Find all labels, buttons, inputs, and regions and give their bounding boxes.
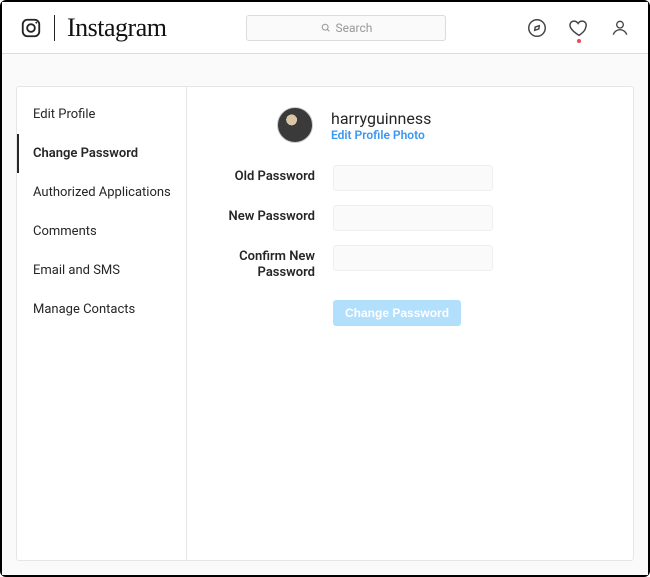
settings-content: harryguinness Edit Profile Photo Old Pas… (187, 87, 633, 560)
old-password-label: Old Password (213, 165, 333, 185)
top-icons (526, 17, 630, 39)
avatar[interactable] (277, 107, 313, 143)
confirm-password-label: Confirm New Password (213, 245, 333, 282)
sidebar-item-comments[interactable]: Comments (17, 212, 186, 251)
sidebar-item-label: Edit Profile (33, 107, 95, 122)
top-navbar: Instagram Search (2, 2, 648, 54)
logo-divider (54, 15, 55, 41)
profile-header: harryguinness Edit Profile Photo (277, 107, 607, 143)
confirm-password-row: Confirm New Password (213, 245, 607, 282)
search-icon (321, 23, 331, 33)
sidebar-item-authorized-applications[interactable]: Authorized Applications (17, 173, 186, 212)
search-input[interactable]: Search (246, 15, 446, 41)
new-password-row: New Password (213, 205, 607, 231)
submit-row: Change Password (333, 300, 607, 326)
profile-icon[interactable] (610, 18, 630, 38)
logo-group: Instagram (20, 13, 166, 43)
new-password-input[interactable] (333, 205, 493, 231)
sidebar-item-email-sms[interactable]: Email and SMS (17, 251, 186, 290)
sidebar-item-edit-profile[interactable]: Edit Profile (17, 95, 186, 134)
search-placeholder: Search (336, 21, 373, 35)
edit-profile-photo-link[interactable]: Edit Profile Photo (331, 128, 431, 142)
new-password-label: New Password (213, 205, 333, 225)
instagram-wordmark[interactable]: Instagram (67, 13, 166, 43)
profile-text: harryguinness Edit Profile Photo (331, 109, 431, 142)
page-area: Edit Profile Change Password Authorized … (2, 54, 648, 575)
sidebar-item-label: Change Password (33, 146, 138, 161)
old-password-input[interactable] (333, 165, 493, 191)
sidebar-item-label: Authorized Applications (33, 185, 171, 200)
settings-sidebar: Edit Profile Change Password Authorized … (17, 87, 187, 560)
old-password-row: Old Password (213, 165, 607, 191)
change-password-button[interactable]: Change Password (333, 300, 461, 326)
settings-card: Edit Profile Change Password Authorized … (16, 86, 634, 561)
explore-icon[interactable] (526, 17, 548, 39)
sidebar-item-label: Email and SMS (33, 263, 120, 278)
sidebar-item-label: Comments (33, 224, 97, 239)
confirm-password-input[interactable] (333, 245, 493, 271)
notification-dot (577, 39, 581, 43)
activity-icon[interactable] (568, 17, 590, 39)
sidebar-item-label: Manage Contacts (33, 302, 135, 317)
sidebar-item-change-password[interactable]: Change Password (17, 134, 186, 173)
sidebar-item-manage-contacts[interactable]: Manage Contacts (17, 290, 186, 329)
username: harryguinness (331, 109, 431, 128)
instagram-camera-icon[interactable] (20, 17, 42, 39)
